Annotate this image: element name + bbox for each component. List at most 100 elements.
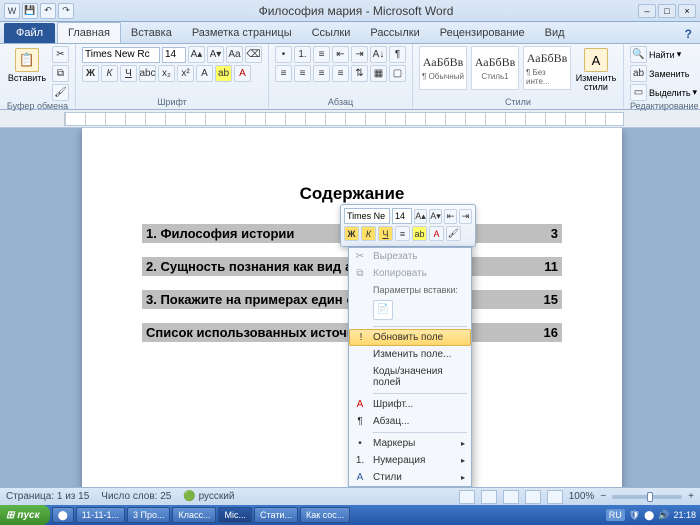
clear-format-icon[interactable]: ⌫: [245, 46, 262, 63]
task-item[interactable]: Mic...: [218, 507, 252, 523]
view-web-icon[interactable]: [503, 490, 519, 504]
shrink-font-icon[interactable]: A▾: [207, 46, 224, 63]
mini-font-name[interactable]: [344, 208, 390, 224]
tab-mailings[interactable]: Рассылки: [360, 23, 429, 43]
tab-view[interactable]: Вид: [535, 23, 575, 43]
zoom-slider[interactable]: [612, 495, 682, 499]
undo-icon[interactable]: ↶: [40, 3, 56, 19]
select-button[interactable]: ▭Выделить ▾: [630, 84, 697, 101]
numbering-icon[interactable]: 1.: [294, 46, 311, 63]
replace-button[interactable]: abЗаменить: [630, 65, 697, 82]
mini-font-size[interactable]: [392, 208, 412, 224]
zoom-in-icon[interactable]: +: [688, 491, 694, 502]
ctx-cut[interactable]: ✂Вырезать: [349, 248, 471, 265]
start-button[interactable]: ⊞ пуск: [0, 505, 50, 525]
indent-dec-icon[interactable]: ⇤: [444, 209, 457, 224]
status-page[interactable]: Страница: 1 из 15: [6, 491, 89, 502]
change-case-icon[interactable]: Aa: [226, 46, 243, 63]
align-left-icon[interactable]: ≡: [275, 65, 292, 82]
sort-icon[interactable]: A↓: [370, 46, 387, 63]
multilevel-icon[interactable]: ≡: [313, 46, 330, 63]
paste-button[interactable]: 📋 Вставить: [6, 46, 48, 85]
format-painter-icon[interactable]: 🖌: [52, 84, 69, 101]
shading-icon[interactable]: ▦: [370, 65, 387, 82]
redo-icon[interactable]: ↷: [58, 3, 74, 19]
align-center-icon[interactable]: ≡: [395, 226, 410, 241]
ctx-update-field[interactable]: !Обновить поле: [349, 329, 471, 346]
task-item[interactable]: Как сос...: [300, 507, 350, 523]
ctx-numbering[interactable]: 1.Нумерация: [349, 452, 471, 469]
ctx-copy[interactable]: ⧉Копировать: [349, 265, 471, 282]
indent-inc-icon[interactable]: ⇥: [459, 209, 472, 224]
tab-layout[interactable]: Разметка страницы: [182, 23, 302, 43]
subscript-icon[interactable]: x₂: [158, 65, 175, 82]
maximize-icon[interactable]: □: [658, 4, 676, 18]
align-center-icon[interactable]: ≡: [294, 65, 311, 82]
help-icon[interactable]: ?: [683, 25, 694, 43]
grow-font-icon[interactable]: A▴: [188, 46, 205, 63]
clock[interactable]: 21:18: [673, 510, 696, 520]
status-lang[interactable]: 🟢 русский: [183, 491, 234, 502]
bullets-icon[interactable]: •: [275, 46, 292, 63]
tab-review[interactable]: Рецензирование: [430, 23, 535, 43]
ruler[interactable]: [64, 112, 624, 126]
align-right-icon[interactable]: ≡: [313, 65, 330, 82]
line-spacing-icon[interactable]: ⇅: [351, 65, 368, 82]
status-words[interactable]: Число слов: 25: [101, 491, 171, 502]
view-print-icon[interactable]: [459, 490, 475, 504]
paste-option-icon[interactable]: 📄: [373, 300, 393, 320]
ctx-edit-field[interactable]: Изменить поле...: [349, 346, 471, 363]
tray-icon[interactable]: ⬤: [644, 510, 654, 521]
font-color-icon[interactable]: A: [234, 65, 251, 82]
tab-home[interactable]: Главная: [57, 22, 121, 43]
tray-icon[interactable]: 🔊: [658, 510, 669, 521]
tab-insert[interactable]: Вставка: [121, 23, 182, 43]
bold-button[interactable]: Ж: [82, 65, 99, 82]
ctx-bullets[interactable]: •Маркеры: [349, 435, 471, 452]
underline-button[interactable]: Ч: [120, 65, 137, 82]
tab-file[interactable]: Файл: [4, 23, 55, 43]
minimize-icon[interactable]: –: [638, 4, 656, 18]
zoom-out-icon[interactable]: −: [600, 491, 606, 502]
view-outline-icon[interactable]: [525, 490, 541, 504]
tab-references[interactable]: Ссылки: [302, 23, 361, 43]
close-icon[interactable]: ×: [678, 4, 696, 18]
task-item[interactable]: 3 Про...: [127, 507, 171, 523]
italic-button[interactable]: К: [101, 65, 118, 82]
mini-bold[interactable]: Ж: [344, 226, 359, 241]
task-item[interactable]: ⬤: [52, 507, 74, 523]
style-style1[interactable]: АаБбВв Стиль1: [471, 46, 519, 90]
superscript-icon[interactable]: x²: [177, 65, 194, 82]
ctx-paragraph[interactable]: ¶Абзац...: [349, 413, 471, 430]
justify-icon[interactable]: ≡: [332, 65, 349, 82]
view-read-icon[interactable]: [481, 490, 497, 504]
tray-icon[interactable]: 🛡: [629, 510, 640, 521]
mini-underline[interactable]: Ч: [378, 226, 393, 241]
font-name-select[interactable]: [82, 47, 160, 63]
grow-font-icon[interactable]: A▴: [414, 209, 427, 224]
change-styles-button[interactable]: A Изменить стили: [575, 46, 617, 94]
ctx-styles[interactable]: AСтили: [349, 469, 471, 486]
indent-inc-icon[interactable]: ⇥: [351, 46, 368, 63]
highlight-icon[interactable]: ab: [215, 65, 232, 82]
strikethrough-icon[interactable]: abc: [139, 65, 156, 82]
cut-icon[interactable]: ✂: [52, 46, 69, 63]
text-effects-icon[interactable]: A: [196, 65, 213, 82]
show-marks-icon[interactable]: ¶: [389, 46, 406, 63]
copy-icon[interactable]: ⧉: [52, 65, 69, 82]
mini-italic[interactable]: К: [361, 226, 376, 241]
zoom-value[interactable]: 100%: [569, 491, 595, 502]
ctx-toggle-codes[interactable]: Коды/значения полей: [349, 363, 471, 391]
indent-dec-icon[interactable]: ⇤: [332, 46, 349, 63]
slider-thumb[interactable]: [647, 492, 653, 502]
style-normal[interactable]: АаБбВв ¶ Обычный: [419, 46, 467, 90]
font-color-icon[interactable]: A: [429, 226, 444, 241]
save-icon[interactable]: 💾: [22, 3, 38, 19]
find-button[interactable]: 🔍Найти ▾: [630, 46, 697, 63]
task-item[interactable]: 11-11-1...: [76, 507, 125, 523]
view-draft-icon[interactable]: [547, 490, 563, 504]
shrink-font-icon[interactable]: A▾: [429, 209, 442, 224]
style-no-spacing[interactable]: АаБбВв ¶ Без инте...: [523, 46, 571, 90]
lang-indicator[interactable]: RU: [606, 509, 625, 521]
task-item[interactable]: Класс...: [172, 507, 216, 523]
